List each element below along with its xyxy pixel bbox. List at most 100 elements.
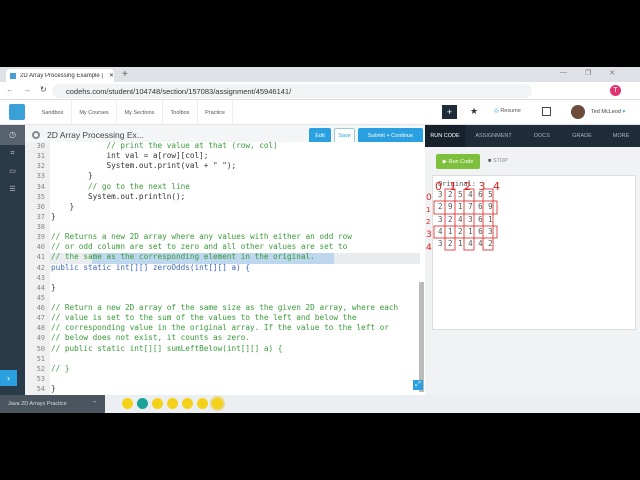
code-line: // corresponding value in the original a… [51,323,389,333]
line-number: 47 [36,314,45,323]
annotation-box-col-1 [444,188,456,251]
chevron-down-icon: ▾ [622,109,626,115]
editor-scrollbar[interactable] [419,282,424,392]
profile-avatar[interactable]: T [610,85,621,96]
line-number: 43 [36,273,45,282]
user-avatar[interactable] [571,105,585,119]
window-controls: — ❐ ✕ [560,69,615,77]
progress-dot-pencil-icon[interactable] [167,398,178,409]
tab-title: 2D Array Processing Example | C [20,72,105,79]
nav-toolbox[interactable]: Toolbox [163,100,198,125]
minimize-icon[interactable]: — [560,69,567,77]
assignment-title: 2D Array Processing Ex... [47,130,144,140]
code-line: int val = a[row][col]; [51,151,209,161]
tab-assignment[interactable]: ASSIGNMENT [465,125,522,147]
calendar-side-icon[interactable]: ▭ [0,163,25,181]
code-line: System.out.println(); [51,191,186,201]
forward-icon[interactable]: → [23,85,31,94]
edit-button[interactable]: Edit [309,128,331,143]
progress-dot-video-icon[interactable] [137,398,148,409]
close-window-icon[interactable]: ✕ [609,69,615,77]
submit-continue-button[interactable]: Submit + Continue [358,128,423,143]
code-line: } [51,384,56,394]
left-sidebar: ◷ ⌗ ▭ ☰ [0,125,25,395]
code-line: // public static int[][] sumLeftBelow(in… [51,343,283,353]
browser-tab[interactable]: 2D Array Processing Example | C ✕ [6,69,114,82]
stop-label: STOP [492,158,508,164]
nav-my-courses[interactable]: My Courses [72,100,117,125]
add-button[interactable]: + [442,105,457,119]
progress-dot-pencil-icon[interactable] [212,398,223,409]
line-number: 45 [36,293,45,302]
expand-sidebar-button[interactable]: › [0,370,17,386]
line-number: 54 [36,385,45,394]
annotation-row-1: 1 [426,206,430,214]
reload-icon[interactable]: ↻ [40,85,47,94]
progress-dot-pencil-icon[interactable] [182,398,193,409]
save-button[interactable]: Save [334,128,355,143]
status-circle-icon [32,131,40,139]
annotation-row-3: 3 [426,230,432,240]
back-icon[interactable]: ← [6,85,14,94]
progress-dot-pencil-icon[interactable] [197,398,208,409]
code-line: // or odd column are set to zero and all… [51,242,348,252]
resume-button[interactable]: ◎ Resume [494,108,521,114]
new-tab-button[interactable]: + [122,69,128,80]
tab-docs[interactable]: DOCS [522,125,562,147]
annotation-box-col-5 [482,188,494,251]
star-icon[interactable]: ★ [470,106,478,117]
calendar-icon[interactable] [542,107,551,116]
line-number: 41 [36,253,45,262]
fullscreen-icon[interactable]: ⤢ [413,380,423,390]
code-line: // Return a new 2D array of the same siz… [51,303,399,313]
tab-more[interactable]: MORE [602,125,640,147]
nav-sandbox[interactable]: Sandbox [34,100,72,125]
codehs-logo[interactable] [9,104,25,120]
code-line: // print the value at that (row, col) [51,141,278,150]
close-tab-icon[interactable]: ✕ [109,72,114,79]
code-line: // value is set to the sum of the values… [51,313,357,323]
code-line: } [51,171,93,181]
progress-dot-pencil-icon[interactable] [152,398,163,409]
line-number: 38 [36,223,45,232]
nav-my-sections[interactable]: My Sections [117,100,163,125]
course-selector[interactable]: Java 2D Arrays Practice ⌃ [0,395,105,413]
progress-dot-minus-icon[interactable] [122,398,133,409]
resume-label: Resume [500,108,521,114]
user-name[interactable]: Ted McLeod ▾ [591,109,625,115]
line-number: 36 [36,202,45,211]
annotation-row-4: 4 [426,243,432,253]
line-number: 33 [36,172,45,181]
code-line: // the same as the corresponding element… [51,252,315,262]
tab-run-code[interactable]: RUN CODE [425,125,465,147]
clock-icon[interactable]: ◷ [0,125,25,145]
course-label: Java 2D Arrays Practice [8,401,67,407]
puzzle-icon[interactable]: ⌗ [0,145,25,163]
code-line: } [51,282,56,292]
stop-button[interactable]: ■ STOP [488,158,508,164]
line-number: 37 [36,212,45,221]
nav-buttons: ← → ↻ [6,85,47,94]
annotation-row-0: 0 [426,193,432,203]
list-icon[interactable]: ☰ [0,181,25,199]
user-name-text: Ted McLeod [591,109,621,115]
annotation-box-col-3 [463,188,475,251]
run-code-button[interactable]: ▶ Run Code [436,154,480,169]
code-line: // Returns a new 2D array where any valu… [51,232,352,242]
line-number: 49 [36,334,45,343]
tab-grade[interactable]: GRADE [562,125,602,147]
code-line: public static int[][] zeroOdds(int[][] a… [51,262,251,272]
url-input[interactable]: codehs.com/student/104748/section/157083… [52,84,532,98]
line-number: 44 [36,283,45,292]
code-line: } [51,201,75,211]
nav-practice[interactable]: Practice [198,100,233,125]
maximize-icon[interactable]: ❐ [585,69,591,77]
line-number: 51 [36,354,45,363]
code-line: // } [51,363,70,373]
line-number: 46 [36,304,45,313]
code-line: System.out.print(val + " "); [51,161,237,171]
line-number: 40 [36,243,45,252]
line-number: 31 [36,152,45,161]
line-number: 30 [36,142,45,150]
annotation-row-2: 2 [426,218,430,226]
